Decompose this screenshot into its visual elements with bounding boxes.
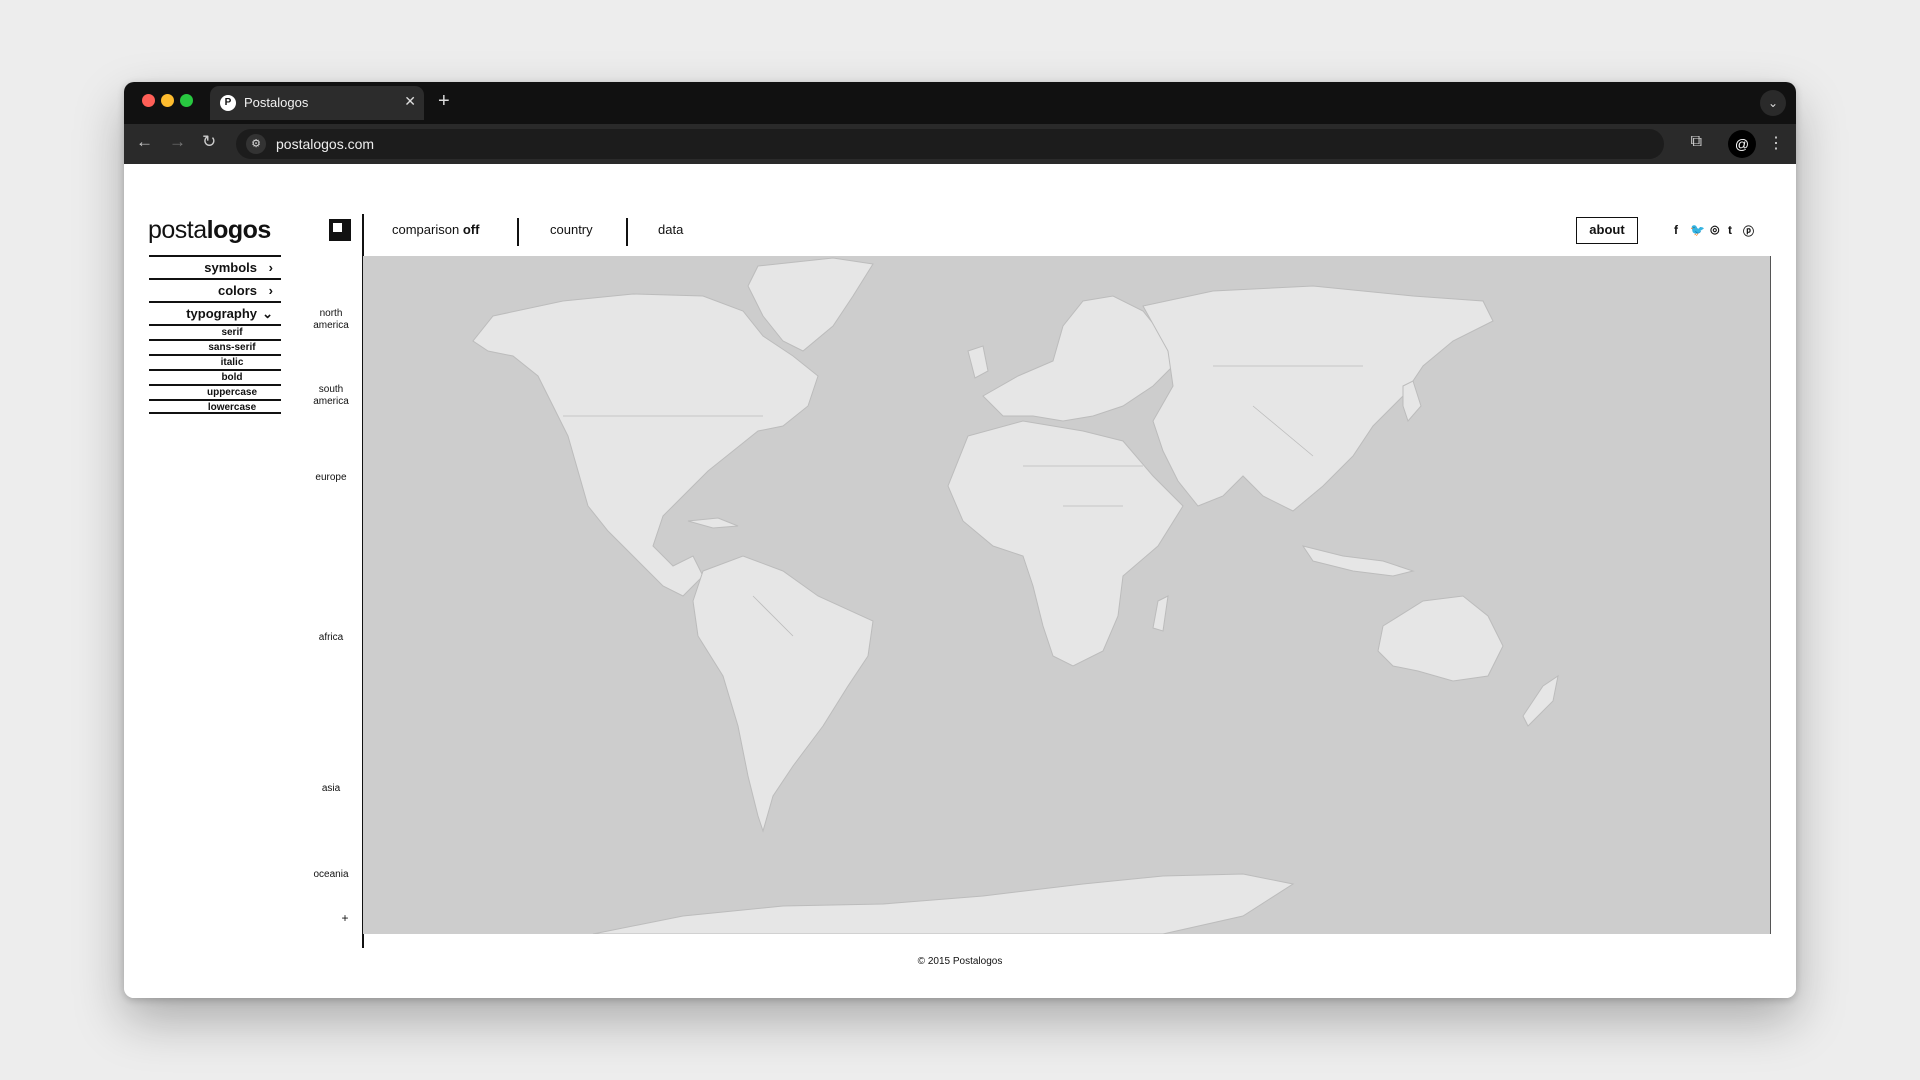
- comparison-label: comparison: [392, 222, 460, 237]
- instagram-icon[interactable]: ◎: [1710, 223, 1720, 236]
- country-new-zealand: [1522, 674, 1559, 727]
- comparison-toggle[interactable]: comparison off: [392, 222, 479, 237]
- address-bar[interactable]: ⚙ postalogos.com: [236, 129, 1664, 159]
- country-north-america: [472, 293, 819, 597]
- country-uk: [967, 345, 989, 379]
- country-japan: [1402, 380, 1422, 422]
- minimize-window-button[interactable]: [161, 94, 174, 107]
- footer-copyright: © 2015 Postalogos: [917, 956, 1003, 967]
- postcard-icon[interactable]: [329, 219, 351, 241]
- web-page: postalogos comparison off country data a…: [124, 164, 1796, 998]
- sidebar-item-symbols[interactable]: symbols ›: [149, 255, 281, 278]
- sidebar-item-typography[interactable]: typography ⌄: [149, 301, 281, 324]
- tab-list-chevron-icon[interactable]: ⌄: [1760, 90, 1786, 116]
- comparison-state: off: [462, 222, 480, 237]
- typography-italic[interactable]: italic: [149, 354, 281, 369]
- continent-north-america[interactable]: north america: [306, 308, 356, 332]
- world-map[interactable]: [363, 256, 1771, 934]
- pinterest-icon[interactable]: ⓟ: [1743, 223, 1754, 239]
- tab-favicon-icon: P: [220, 95, 236, 111]
- browser-tab[interactable]: P Postalogos ✕: [210, 86, 424, 120]
- forward-arrow-icon[interactable]: →: [169, 132, 186, 152]
- continent-oceania[interactable]: oceania: [306, 869, 356, 881]
- continent-label: north: [319, 308, 343, 319]
- nav-divider: [626, 218, 628, 246]
- continent-label: america: [313, 396, 349, 407]
- continent-asia[interactable]: asia: [306, 783, 356, 795]
- new-tab-button[interactable]: +: [438, 90, 450, 113]
- country-south-america: [692, 555, 874, 833]
- world-map-svg[interactable]: [363, 256, 1771, 934]
- close-window-button[interactable]: [142, 94, 155, 107]
- typography-sans-serif[interactable]: sans-serif: [149, 339, 281, 354]
- profile-avatar-icon[interactable]: @: [1728, 130, 1756, 158]
- sidebar-item-label: colors: [217, 283, 257, 298]
- continent-africa[interactable]: africa: [306, 632, 356, 644]
- facebook-icon[interactable]: f: [1674, 223, 1678, 237]
- country-africa: [947, 420, 1184, 667]
- tumblr-icon[interactable]: t: [1728, 223, 1732, 237]
- browser-titlebar: P Postalogos ✕ + ⌄: [124, 82, 1796, 124]
- browser-window: P Postalogos ✕ + ⌄ ← → ↻ ⚙ postalogos.co…: [124, 82, 1796, 998]
- logo-text-regular: posta: [148, 216, 207, 244]
- chevron-right-icon: ›: [268, 283, 273, 298]
- sidebar-item-label: symbols: [204, 260, 257, 275]
- country-asia: [1142, 285, 1494, 512]
- logo-text-bold: logos: [206, 216, 272, 244]
- country-cuba: [687, 517, 739, 529]
- sidebar-item-label: typography: [186, 306, 257, 321]
- tab-close-icon[interactable]: ✕: [404, 93, 416, 110]
- browser-toolbar: ← → ↻ ⚙ postalogos.com ⧉ @ ⋮: [124, 124, 1796, 164]
- continent-south-america[interactable]: south america: [306, 384, 356, 408]
- country-australia: [1377, 595, 1504, 682]
- browser-menu-icon[interactable]: ⋮: [1768, 133, 1784, 153]
- chevron-right-icon: ›: [268, 260, 273, 275]
- country-indonesia: [1301, 545, 1415, 577]
- typography-bold[interactable]: bold: [149, 369, 281, 384]
- country-madagascar: [1152, 595, 1169, 632]
- url-text[interactable]: postalogos.com: [276, 136, 374, 152]
- country-link[interactable]: country: [550, 222, 593, 237]
- country-greenland: [747, 257, 874, 352]
- data-link[interactable]: data: [658, 222, 683, 237]
- tab-title: Postalogos: [244, 95, 309, 110]
- maximize-window-button[interactable]: [180, 94, 193, 107]
- continent-label: south: [318, 384, 344, 395]
- country-antarctica: [592, 873, 1295, 934]
- chevron-down-icon: ⌄: [262, 306, 273, 321]
- twitter-icon[interactable]: 🐦: [1690, 223, 1705, 237]
- typography-uppercase[interactable]: uppercase: [149, 384, 281, 399]
- site-settings-icon[interactable]: ⚙: [246, 134, 266, 154]
- sidebar-menu: symbols › colors › typography ⌄ serif sans-…: [149, 255, 281, 414]
- continent-europe[interactable]: europe: [306, 472, 356, 484]
- country-europe: [982, 295, 1174, 422]
- about-button[interactable]: about: [1576, 217, 1638, 244]
- continent-label: america: [313, 320, 349, 331]
- back-arrow-icon[interactable]: ←: [136, 132, 153, 152]
- sidebar-item-colors[interactable]: colors ›: [149, 278, 281, 301]
- nav-divider: [517, 218, 519, 246]
- extensions-icon[interactable]: ⧉: [1691, 133, 1702, 151]
- reload-icon[interactable]: ↻: [202, 132, 216, 152]
- site-logo[interactable]: postalogos: [148, 216, 271, 245]
- typography-serif[interactable]: serif: [149, 324, 281, 339]
- typography-lowercase[interactable]: lowercase: [149, 399, 281, 414]
